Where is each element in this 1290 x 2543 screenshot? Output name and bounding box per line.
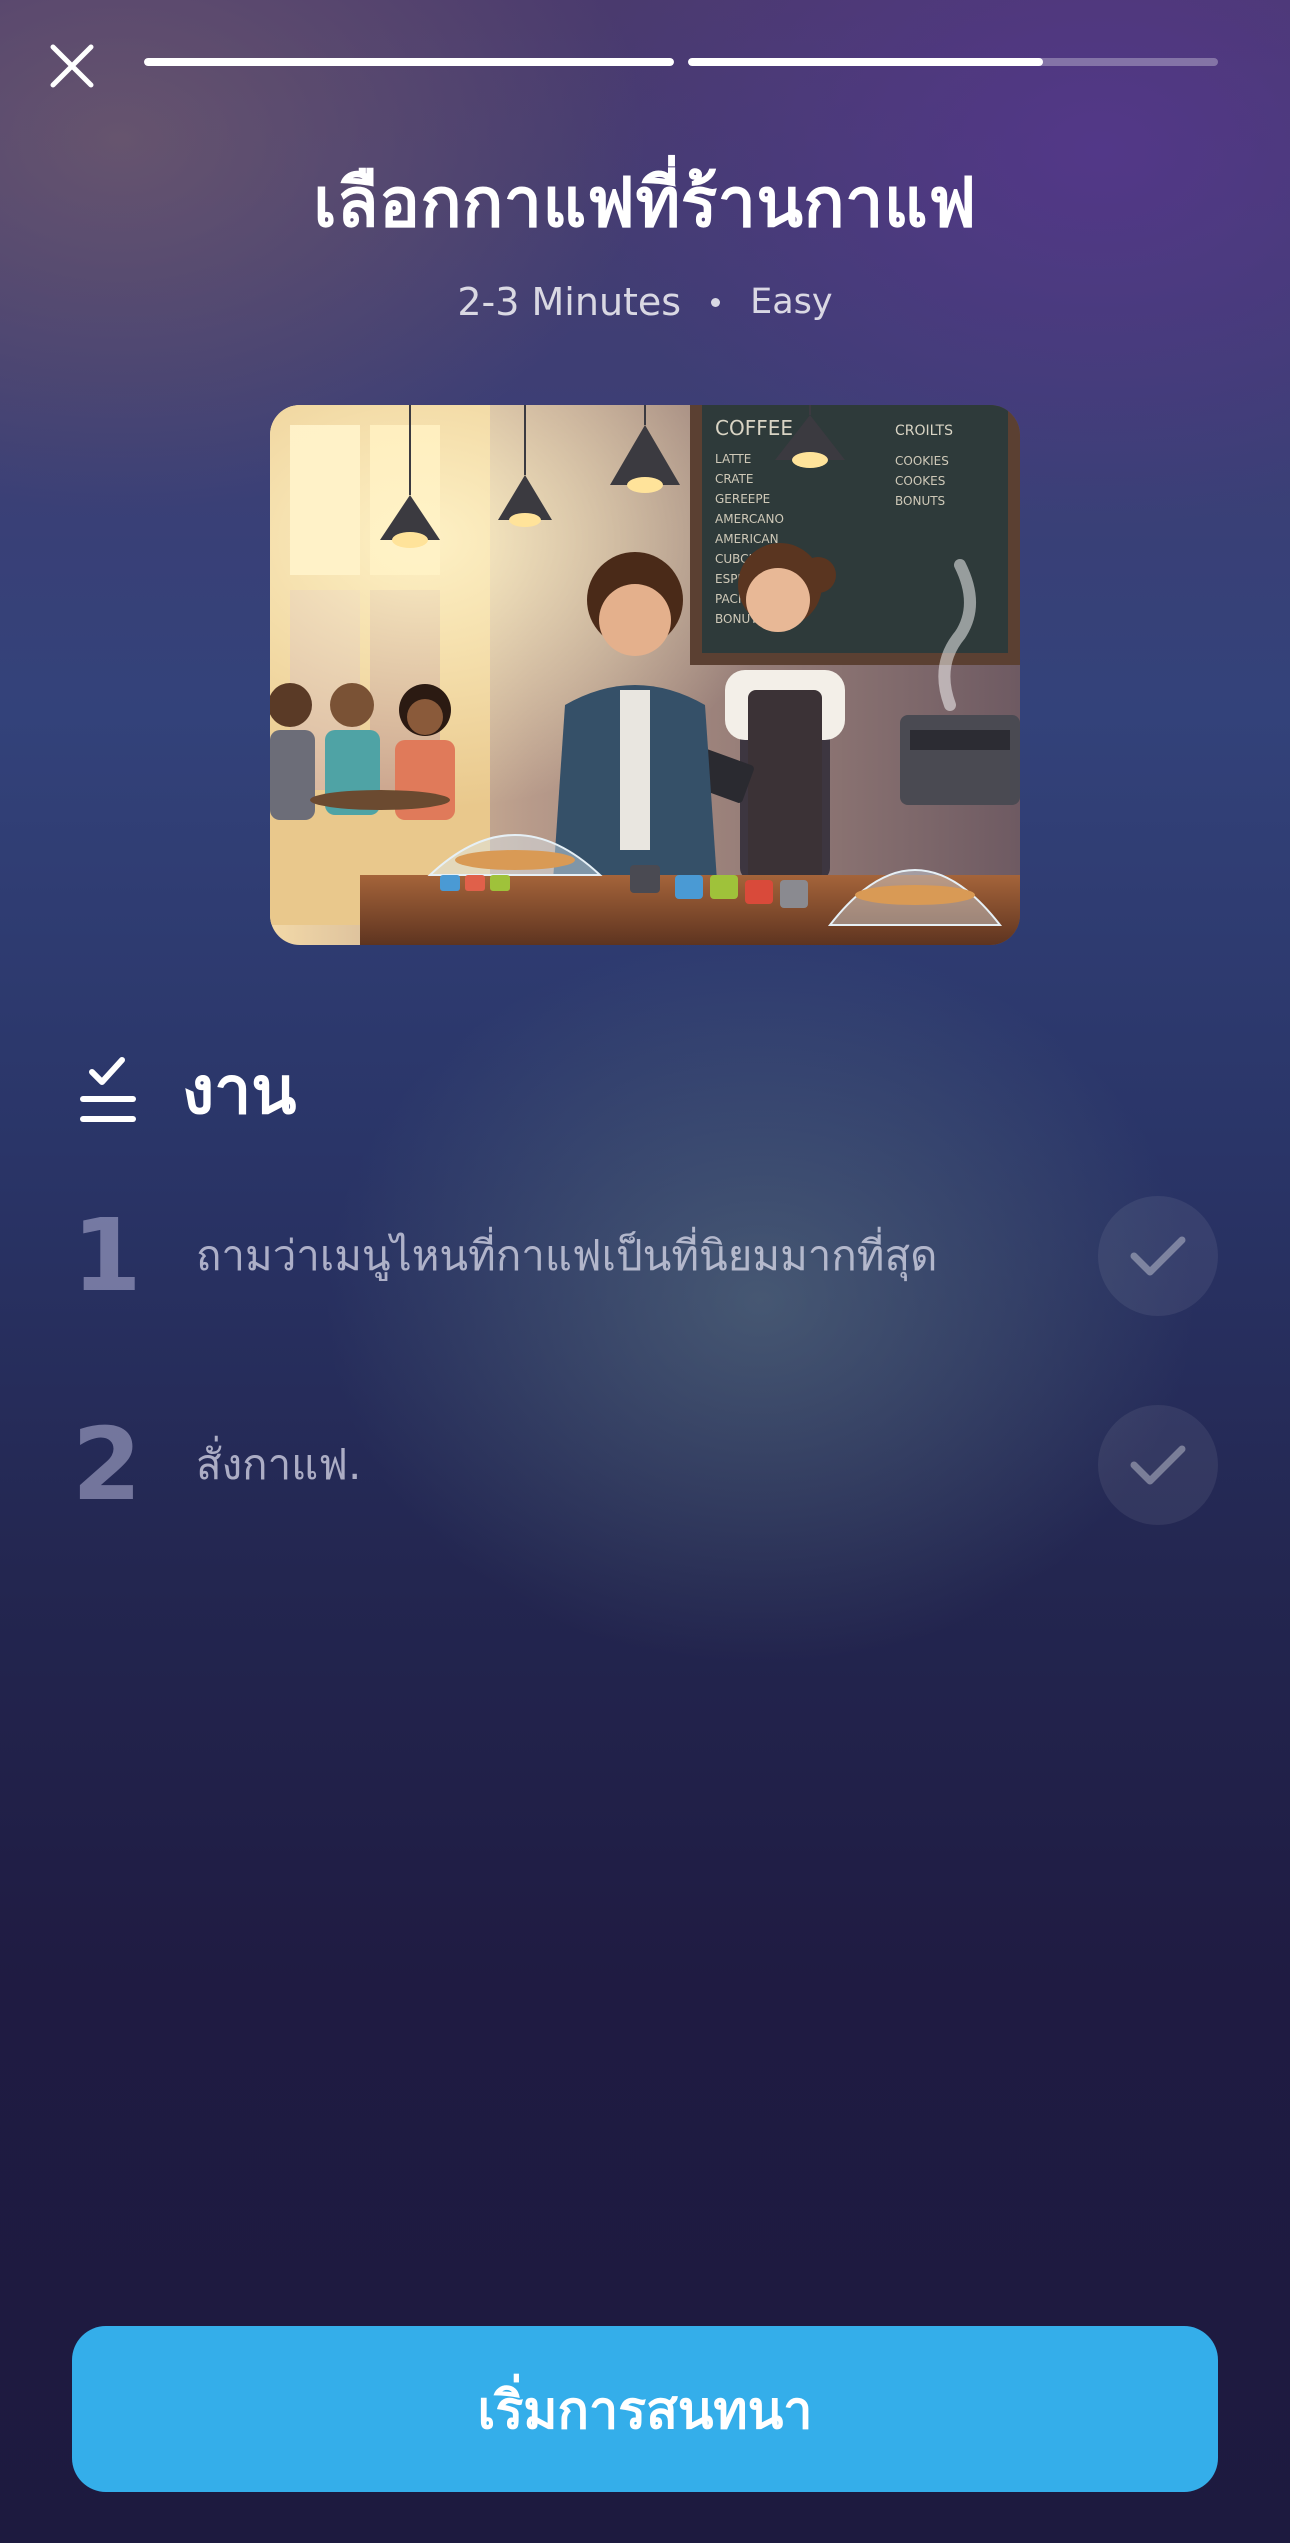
menu-item: CRATE [715,472,753,486]
cafe-illustration: COFFEE LATTE CRATE GEREEPE AMERCANO AMERICAN… [270,405,1020,945]
menu-item: GEREEPE [715,492,770,506]
check-icon [1130,1445,1186,1485]
menu-item: BONUTS [895,494,945,508]
progress-segment-2 [688,58,1218,66]
check-icon [1130,1236,1186,1276]
tasks-header: งาน [78,1040,296,1140]
progress-segment-1 [144,58,674,66]
close-button[interactable] [40,34,104,98]
close-icon [50,44,94,88]
menu-item: AMERCANO [715,512,784,526]
task-text: สั่งกาแฟ. [196,1440,362,1489]
progress-bar [144,58,1218,66]
task-check-button[interactable] [1098,1405,1218,1525]
menu-title-right: CROILTS [895,423,953,439]
task-item: 2 สั่งกาแฟ. [72,1405,1218,1525]
separator-dot [711,297,721,307]
start-conversation-button[interactable]: เริ่มการสนทนา [72,2326,1218,2492]
tasks-title: งาน [182,1051,297,1129]
menu-item: COOKIES [895,454,949,468]
menu-item: LATTE [715,452,751,466]
lesson-meta: 2-3 Minutes Easy [0,280,1290,324]
task-number: 1 [72,1197,142,1314]
task-number: 2 [72,1406,142,1523]
task-item: 1 ถามว่าเมนูไหนที่กาแฟเป็นที่นิยมมากที่ส… [72,1196,1218,1316]
duration-label: 2-3 Minutes [457,280,682,324]
menu-item: AMERICAN [715,532,779,546]
page-title: เลือกกาแฟที่ร้านกาแฟ [313,164,977,243]
menu-item: COOKES [895,474,945,488]
menu-title-left: COFFEE [715,416,793,440]
scene-illustration: COFFEE LATTE CRATE GEREEPE AMERCANO AMERICAN… [270,405,1020,945]
checklist-icon [80,1057,136,1122]
difficulty-label: Easy [750,282,833,322]
task-text: ถามว่าเมนูไหนที่กาแฟเป็นที่นิยมมากที่สุด [196,1231,938,1280]
task-check-button[interactable] [1098,1196,1218,1316]
